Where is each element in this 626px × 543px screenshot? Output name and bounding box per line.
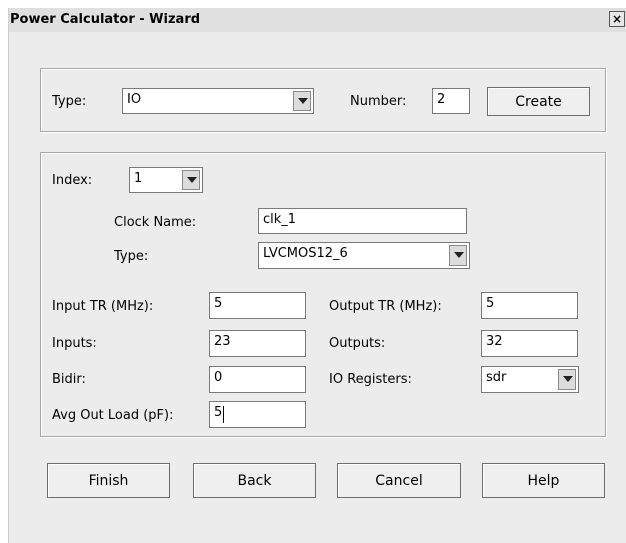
type-select-value: IO <box>127 92 142 107</box>
close-button[interactable]: × <box>609 11 625 27</box>
avg-out-load-label: Avg Out Load (pF): <box>52 408 174 423</box>
create-button[interactable]: Create <box>487 87 590 116</box>
index-select[interactable]: 1 <box>129 167 203 193</box>
input-tr-input[interactable]: 5 <box>209 292 306 319</box>
io-registers-label: IO Registers: <box>329 372 412 387</box>
outputs-input[interactable]: 32 <box>481 330 578 357</box>
io-type-label: Type: <box>114 249 149 264</box>
input-tr-label: Input TR (MHz): <box>52 299 154 314</box>
inputs-label: Inputs: <box>52 336 97 351</box>
type-label: Type: <box>52 94 87 109</box>
title-bar[interactable]: Power Calculator - Wizard × <box>9 8 626 32</box>
chevron-down-icon[interactable] <box>293 91 311 111</box>
outputs-label: Outputs: <box>329 336 386 351</box>
chevron-down-icon[interactable] <box>182 170 200 190</box>
bidir-label: Bidir: <box>52 372 86 387</box>
index-label: Index: <box>52 173 93 188</box>
index-select-value: 1 <box>134 171 143 186</box>
close-icon: × <box>611 12 623 26</box>
output-tr-input[interactable]: 5 <box>481 292 578 319</box>
chevron-down-icon[interactable] <box>558 369 576 390</box>
help-button[interactable]: Help <box>482 463 605 498</box>
inputs-input[interactable]: 23 <box>209 330 306 357</box>
number-label: Number: <box>350 94 407 109</box>
wizard-window: Power Calculator - Wizard × Type: IO Num… <box>8 8 626 543</box>
io-type-select[interactable]: LVCMOS12_6 <box>258 242 470 269</box>
text-cursor <box>223 406 224 423</box>
number-input[interactable]: 2 <box>432 88 470 114</box>
chevron-down-icon[interactable] <box>449 245 467 266</box>
io-registers-select[interactable]: sdr <box>481 366 579 393</box>
window-title: Power Calculator - Wizard <box>10 12 201 27</box>
type-select[interactable]: IO <box>122 88 314 114</box>
io-registers-select-value: sdr <box>486 370 507 385</box>
cancel-button[interactable]: Cancel <box>337 463 461 498</box>
clock-name-input[interactable]: clk_1 <box>258 208 467 234</box>
bidir-input[interactable]: 0 <box>209 366 306 393</box>
output-tr-label: Output TR (MHz): <box>329 299 442 314</box>
clock-name-label: Clock Name: <box>114 215 197 230</box>
back-button[interactable]: Back <box>193 463 316 498</box>
finish-button[interactable]: Finish <box>47 463 170 498</box>
io-type-select-value: LVCMOS12_6 <box>263 246 348 261</box>
